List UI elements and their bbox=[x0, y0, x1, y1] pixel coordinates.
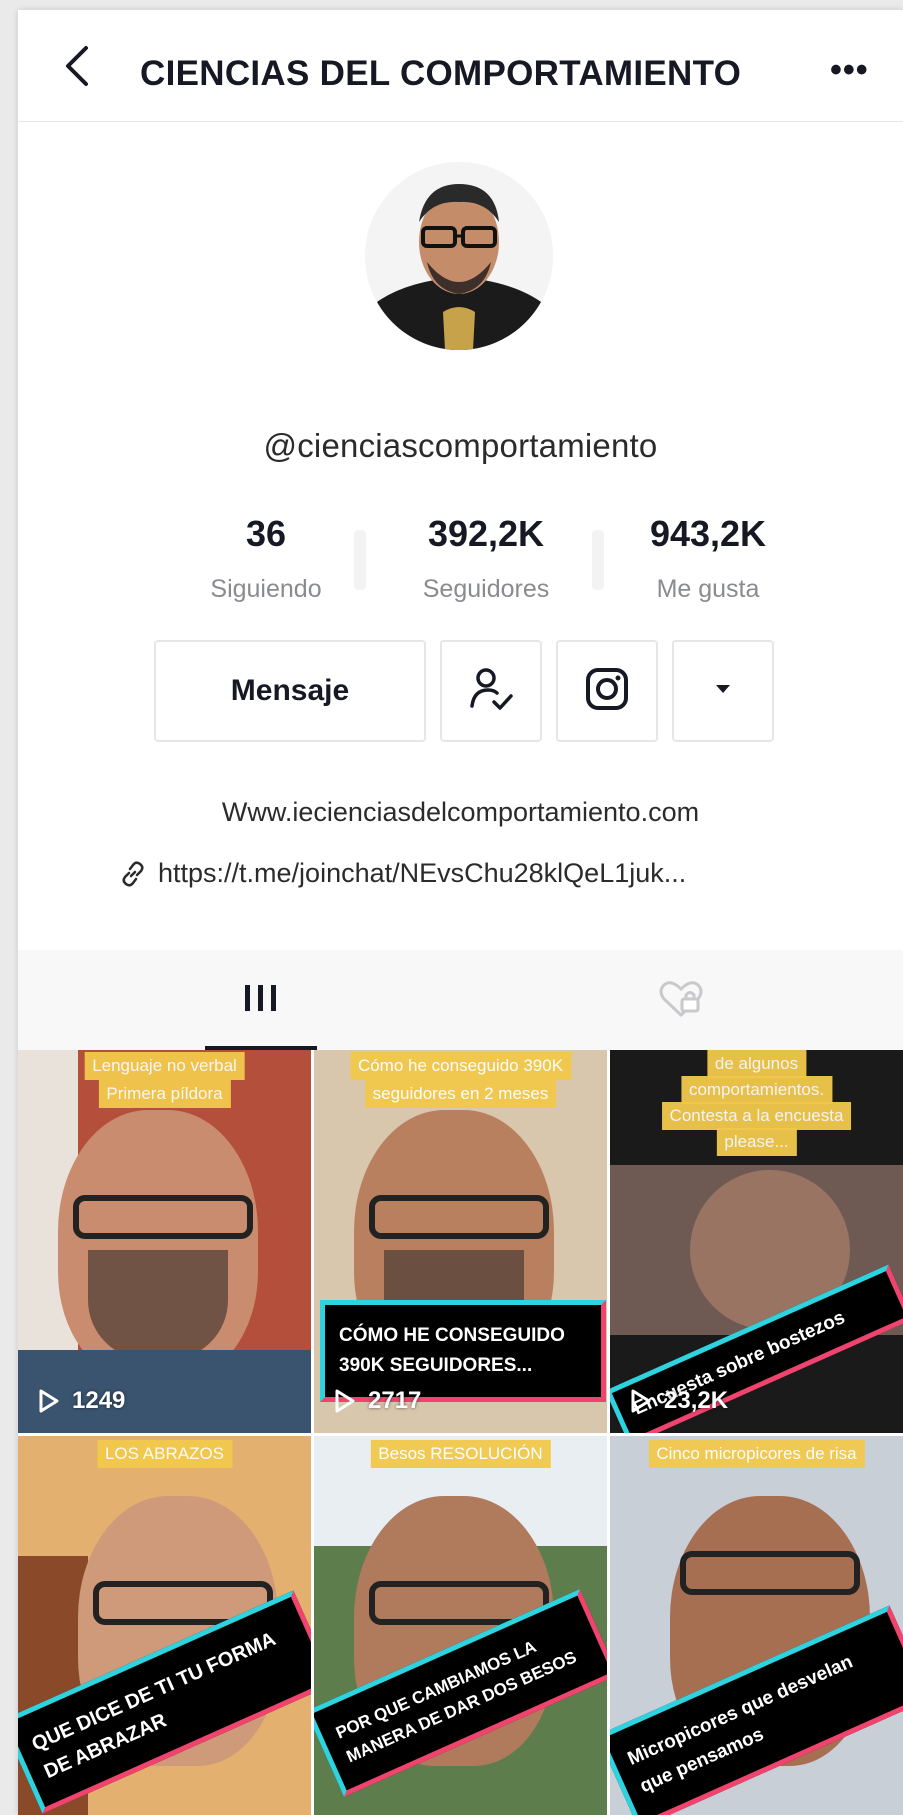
video-thumbnail[interactable]: Besos RESOLUCIÓN POR QUE CAMBIAMOS LA MA… bbox=[314, 1436, 607, 1815]
instagram-icon bbox=[584, 666, 630, 717]
video-thumbnail[interactable]: Cómo he conseguido 390K seguidores en 2 … bbox=[314, 1050, 607, 1433]
play-icon bbox=[334, 1388, 356, 1414]
bio-website: Www.iecienciasdelcomportamiento.com bbox=[221, 797, 700, 827]
tab-liked[interactable] bbox=[460, 950, 902, 1050]
glasses bbox=[73, 1195, 253, 1239]
stat-likes-value: 943,2K bbox=[649, 513, 767, 554]
message-button[interactable]: Mensaje bbox=[154, 640, 426, 742]
stat-likes[interactable]: 943,2K Me gusta bbox=[598, 513, 818, 604]
view-count: 2717 bbox=[334, 1387, 421, 1415]
instagram-button[interactable] bbox=[556, 640, 658, 742]
content-tabs bbox=[18, 950, 903, 1050]
chevron-left-icon bbox=[62, 44, 90, 93]
video-top-label: Cómo he conseguido 390K bbox=[349, 1052, 572, 1080]
user-check-icon bbox=[468, 666, 514, 717]
stat-followers[interactable]: 392,2K Seguidores bbox=[376, 513, 596, 604]
video-top-label: Lenguaje no verbal bbox=[84, 1052, 245, 1080]
video-thumbnail[interactable]: Cinco micropicores de risa Micropicores … bbox=[610, 1436, 903, 1815]
stat-followers-label: Seguidores bbox=[422, 575, 550, 603]
view-count-value: 2717 bbox=[368, 1387, 422, 1414]
following-status-button[interactable] bbox=[440, 640, 542, 742]
video-thumbnail[interactable]: LOS ABRAZOS QUE DICE DE TI TU FORMA DE A… bbox=[18, 1436, 311, 1815]
view-count-value: 1249 bbox=[72, 1387, 126, 1414]
avatar[interactable] bbox=[365, 162, 553, 350]
top-bar: CIENCIAS DEL COMPORTAMIENTO ••• bbox=[18, 10, 903, 122]
more-options-button[interactable]: ••• bbox=[830, 53, 869, 87]
video-thumbnail[interactable]: de algunos comportamientos. Contesta a l… bbox=[610, 1050, 903, 1433]
play-icon bbox=[38, 1388, 60, 1414]
stat-likes-label: Me gusta bbox=[656, 575, 760, 603]
view-count: 1249 bbox=[38, 1387, 125, 1415]
video-top-label: Besos RESOLUCIÓN bbox=[370, 1440, 551, 1468]
glasses bbox=[369, 1195, 549, 1239]
video-top-label: please... bbox=[716, 1128, 797, 1156]
video-top-label: Contesta a la encuesta bbox=[661, 1102, 852, 1130]
play-icon bbox=[630, 1388, 652, 1414]
video-grid: Lenguaje no verbal Primera píldora 1249 … bbox=[18, 1050, 903, 1815]
link-icon bbox=[120, 860, 146, 887]
video-top-label: de algunos bbox=[706, 1050, 807, 1078]
video-top-label: Primera píldora bbox=[98, 1080, 231, 1108]
stat-following-label: Siguiendo bbox=[210, 575, 322, 603]
stat-following-value: 36 bbox=[245, 513, 287, 554]
more-dropdown-button[interactable] bbox=[672, 640, 774, 742]
tab-videos[interactable] bbox=[40, 950, 482, 1050]
glasses bbox=[680, 1551, 860, 1595]
bio-link[interactable]: https://t.me/joinchat/NEvsChu28klQeL1juk… bbox=[120, 858, 686, 889]
video-thumbnail[interactable]: Lenguaje no verbal Primera píldora 1249 bbox=[18, 1050, 311, 1433]
video-top-label: LOS ABRAZOS bbox=[96, 1440, 233, 1468]
beard bbox=[88, 1250, 228, 1360]
video-top-label: comportamientos. bbox=[680, 1076, 833, 1104]
more-horizontal-icon: ••• bbox=[830, 51, 869, 89]
video-top-label: seguidores en 2 meses bbox=[364, 1080, 557, 1108]
view-count-value: 23,2K bbox=[664, 1387, 729, 1414]
stat-following[interactable]: 36 Siguiendo bbox=[156, 513, 376, 604]
page-title: CIENCIAS DEL COMPORTAMIENTO bbox=[140, 54, 742, 93]
stat-divider bbox=[354, 530, 366, 590]
stat-followers-value: 392,2K bbox=[427, 513, 545, 554]
view-count: 23,2K bbox=[630, 1387, 728, 1415]
heart-lock-icon bbox=[656, 977, 706, 1024]
grid-icon bbox=[241, 983, 281, 1018]
video-top-label: Cinco micropicores de risa bbox=[648, 1440, 865, 1468]
caret-down-icon bbox=[714, 682, 732, 700]
back-button[interactable] bbox=[54, 44, 98, 93]
profile-screen: CIENCIAS DEL COMPORTAMIENTO ••• @ciencia… bbox=[18, 10, 903, 1815]
bio-link-text: https://t.me/joinchat/NEvsChu28klQeL1juk… bbox=[158, 858, 687, 888]
username: @cienciascomportamiento bbox=[263, 427, 658, 464]
